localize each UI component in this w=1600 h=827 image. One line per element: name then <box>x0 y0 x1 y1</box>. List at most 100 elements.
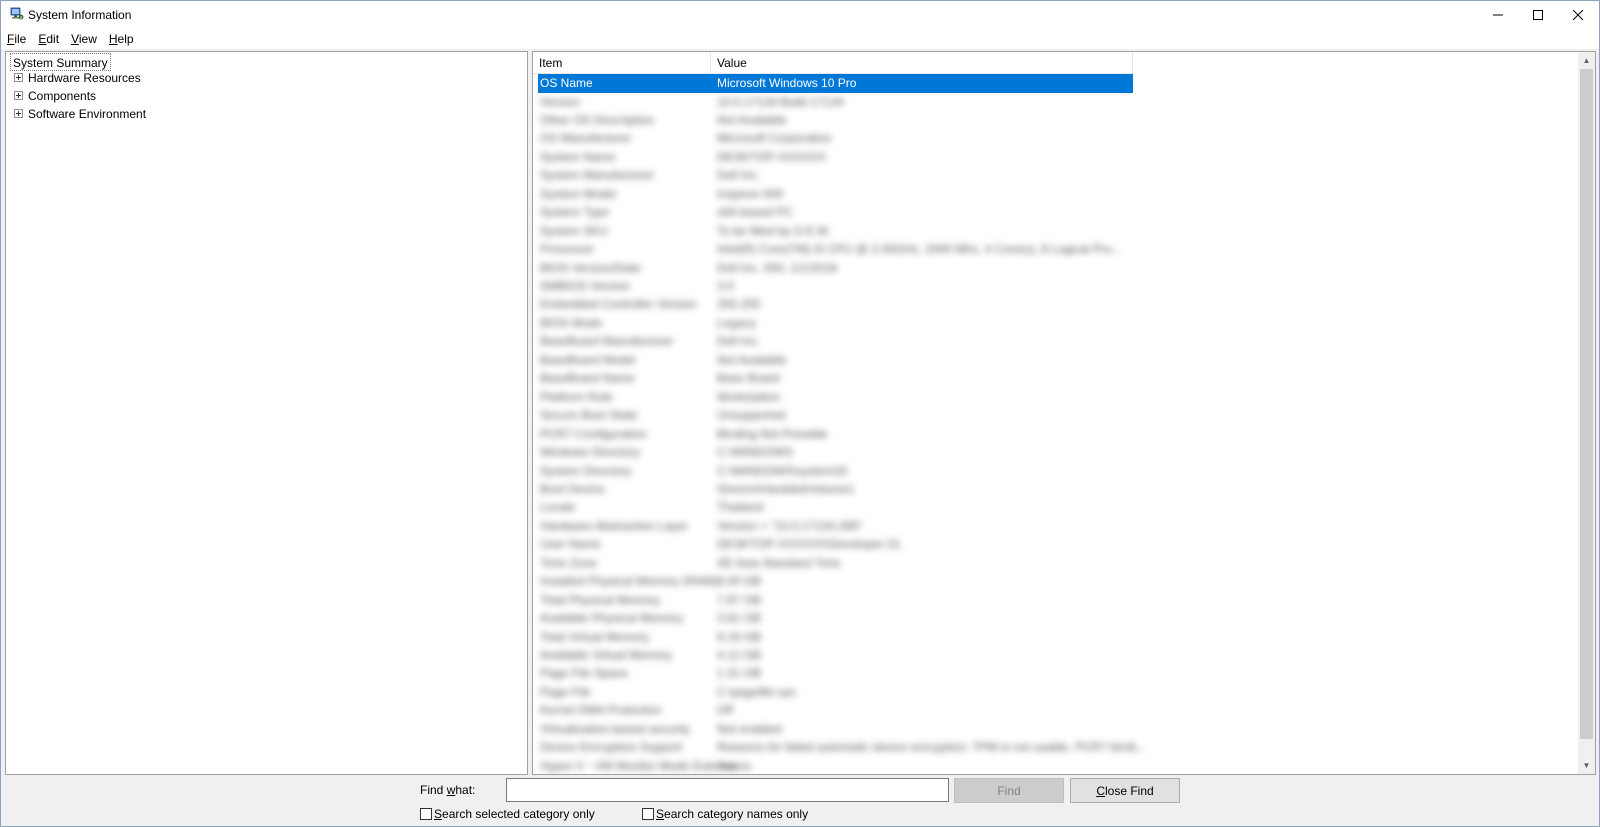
cell-value: x64-based PC <box>717 205 794 220</box>
find-what-label: Find what: <box>420 783 475 797</box>
expand-plus-icon[interactable] <box>14 109 23 119</box>
table-row[interactable]: Kernel DMA Protection Off <box>538 701 1133 720</box>
table-row[interactable]: BIOS Mode Legacy <box>538 314 1133 333</box>
table-row[interactable]: System Manufacturer Dell Inc. <box>538 166 1133 185</box>
title-bar[interactable]: System Information <box>1 1 1599 29</box>
menu-help-label: elp <box>117 32 134 46</box>
table-row[interactable]: Processor Intel(R) Core(TM) i5 CPU @ 2.00… <box>538 240 1133 259</box>
table-row[interactable]: System SKU To be filled by O.E.M. <box>538 222 1133 241</box>
table-row[interactable]: Hardware Abstraction Layer Version = "10.… <box>538 517 1133 536</box>
table-row[interactable]: Time Zone SE Asia Standard Time <box>538 554 1133 573</box>
checkbox-label: earch selected category only <box>442 807 595 821</box>
table-row[interactable]: Other OS Description Not Available <box>538 111 1133 130</box>
cell-item: System Model <box>540 186 617 201</box>
cell-item: Time Zone <box>540 555 597 570</box>
expand-plus-icon[interactable] <box>14 73 23 83</box>
cell-value: Unsupported <box>717 408 786 423</box>
cell-value: 8.00 GB <box>717 574 762 589</box>
table-row[interactable]: BaseBoard Model Not Available <box>538 351 1133 370</box>
close-find-label: lose Find <box>1104 783 1154 798</box>
table-row-selected[interactable]: OS Name Microsoft Windows 10 Pro <box>538 74 1133 93</box>
table-row[interactable]: System Directory C:\WINDOWS\system32 <box>538 462 1133 481</box>
cell-item: Device Encryption Support <box>540 740 683 755</box>
table-row[interactable]: Installed Physical Memory (RAM) 8.00 GB <box>538 572 1133 591</box>
tree-item-label: Hardware Resources <box>28 71 141 85</box>
close-window-button[interactable] <box>1555 1 1600 29</box>
menu-edit-label: dit <box>46 32 60 46</box>
find-button[interactable]: Find <box>954 778 1064 803</box>
table-row[interactable]: Page File Space 1.31 GB <box>538 664 1133 683</box>
vertical-scrollbar[interactable]: ▲ ▼ <box>1578 52 1595 774</box>
cell-item: Available Physical Memory <box>540 611 684 626</box>
cell-item: Other OS Description <box>540 112 655 127</box>
table-row[interactable]: Boot Device \Device\HarddiskVolume1 <box>538 480 1133 499</box>
table-row[interactable]: User Name DESKTOP-XXXXXX\Developer 01 <box>538 535 1133 554</box>
search-selected-category-checkbox[interactable] <box>420 808 432 820</box>
search-selected-category-checkbox-row[interactable]: Search selected category only <box>420 807 595 821</box>
table-row[interactable]: System Type x64-based PC <box>538 203 1133 222</box>
table-row[interactable]: Page File C:\pagefile.sys <box>538 683 1133 702</box>
table-row[interactable]: BIOS Version/Date Dell Inc. 000, 1/1/2018 <box>538 259 1133 278</box>
category-tree[interactable]: System Summary Hardware Resources Compon… <box>5 51 528 775</box>
cell-item: BaseBoard Name <box>540 371 635 386</box>
table-row[interactable]: System Name DESKTOP-XXXXXX <box>538 148 1133 167</box>
details-list[interactable]: Item Value OS Name Microsoft Windows 10 … <box>532 51 1596 775</box>
cell-value: Binding Not Possible <box>717 426 828 441</box>
list-header: Item Value <box>533 52 1133 74</box>
table-row[interactable]: Windows Directory C:\WINDOWS <box>538 443 1133 462</box>
cell-value: 10.0.17134 Build 17134 <box>717 94 844 109</box>
search-category-names-checkbox-row[interactable]: Search category names only <box>642 807 808 821</box>
cell-item: BIOS Version/Date <box>540 260 641 275</box>
table-row[interactable]: OS Manufacturer Microsoft Corporation <box>538 129 1133 148</box>
cell-value: Thailand <box>717 500 764 515</box>
table-row[interactable]: Hyper-V - VM Monitor Mode Extensions Yes <box>538 757 1133 774</box>
table-row[interactable]: BaseBoard Name Base Board <box>538 369 1133 388</box>
close-find-accelerator: C <box>1096 783 1105 798</box>
table-row[interactable]: Total Virtual Memory 9.19 GB <box>538 628 1133 647</box>
menu-help[interactable]: Help <box>109 32 134 46</box>
table-row[interactable]: Secure Boot State Unsupported <box>538 406 1133 425</box>
table-row[interactable]: Embedded Controller Version 255.255 <box>538 295 1133 314</box>
cell-value: Workstation <box>717 389 781 404</box>
cell-value: Yes <box>717 758 737 773</box>
table-row[interactable]: PCR7 Configuration Binding Not Possible <box>538 425 1133 444</box>
find-label-suffix: hat: <box>455 783 476 797</box>
table-row[interactable]: BaseBoard Manufacturer Dell Inc. <box>538 332 1133 351</box>
table-row[interactable]: Platform Role Workstation <box>538 388 1133 407</box>
system-information-window: System Information File Edit View Help S… <box>0 0 1600 827</box>
table-row[interactable]: Locale Thailand <box>538 498 1133 517</box>
scroll-up-arrow-icon[interactable]: ▲ <box>1578 52 1595 69</box>
scroll-down-arrow-icon[interactable]: ▼ <box>1578 757 1595 774</box>
cell-item: System Name <box>540 149 616 164</box>
search-category-names-checkbox[interactable] <box>642 808 654 820</box>
minimize-icon <box>1493 14 1503 16</box>
close-find-button[interactable]: Close Find <box>1070 778 1180 803</box>
tree-item-hardware-resources[interactable]: Hardware Resources <box>14 69 141 87</box>
scrollbar-thumb[interactable] <box>1580 69 1593 739</box>
table-row[interactable]: Available Virtual Memory 4.12 GB <box>538 646 1133 665</box>
table-row[interactable]: Version 10.0.17134 Build 17134 <box>538 93 1133 112</box>
cell-value: C:\pagefile.sys <box>717 684 796 699</box>
tree-item-components[interactable]: Components <box>14 87 96 105</box>
tree-item-software-environment[interactable]: Software Environment <box>14 105 146 123</box>
cell-value: 1.31 GB <box>717 666 762 681</box>
cell-value: C:\WINDOWS <box>717 445 793 460</box>
expand-plus-icon[interactable] <box>14 91 23 101</box>
table-row[interactable]: Available Physical Memory 3.81 GB <box>538 609 1133 628</box>
column-header-value[interactable]: Value <box>711 52 1133 74</box>
system-information-app-icon <box>10 7 24 20</box>
menu-file[interactable]: File <box>7 32 26 46</box>
cell-item: BIOS Mode <box>540 315 603 330</box>
cell-item: OS Manufacturer <box>540 131 632 146</box>
find-what-input[interactable] <box>506 778 949 802</box>
table-row[interactable]: System Model Inspiron 000 <box>538 185 1133 204</box>
table-row[interactable]: Total Physical Memory 7.87 GB <box>538 591 1133 610</box>
cell-value: 3.0 <box>717 279 734 293</box>
table-row[interactable]: Device Encryption Support Reasons for fai… <box>538 738 1146 757</box>
table-row[interactable]: Virtualization-based security Not enabled <box>538 720 1133 739</box>
menu-edit[interactable]: Edit <box>38 32 59 46</box>
menu-view[interactable]: View <box>71 32 97 46</box>
column-header-item[interactable]: Item <box>533 52 711 74</box>
table-row[interactable]: SMBIOS Version 3.0 <box>538 277 1133 296</box>
cell-item: Page File Space <box>540 666 629 681</box>
